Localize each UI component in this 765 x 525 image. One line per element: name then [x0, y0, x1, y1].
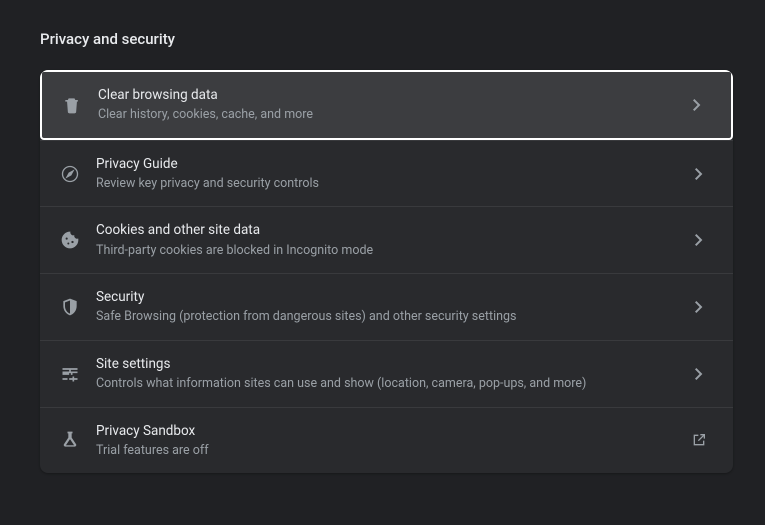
tune-icon [60, 364, 96, 384]
row-body: Cookies and other site data Third-party … [96, 221, 685, 259]
row-privacy-sandbox[interactable]: Privacy Sandbox Trial features are off [40, 407, 733, 474]
chevron-right-icon [685, 368, 713, 380]
row-subtitle: Clear history, cookies, cache, and more [98, 106, 683, 124]
shield-icon [60, 297, 96, 317]
row-subtitle: Safe Browsing (protection from dangerous… [96, 308, 685, 326]
row-security[interactable]: Security Safe Browsing (protection from … [40, 273, 733, 340]
row-title: Cookies and other site data [96, 221, 685, 239]
trash-icon [62, 95, 98, 115]
row-title: Privacy Guide [96, 155, 685, 173]
privacy-security-page: Privacy and security Clear browsing data… [0, 0, 765, 497]
open-in-new-icon [685, 432, 713, 448]
flask-icon [60, 430, 96, 450]
chevron-right-icon [685, 168, 713, 180]
row-privacy-guide[interactable]: Privacy Guide Review key privacy and sec… [40, 140, 733, 207]
row-title: Site settings [96, 355, 685, 373]
row-body: Site settings Controls what information … [96, 355, 685, 393]
row-subtitle: Third-party cookies are blocked in Incog… [96, 242, 685, 260]
compass-icon [60, 164, 96, 184]
row-title: Security [96, 288, 685, 306]
row-title: Clear browsing data [98, 86, 683, 104]
row-body: Privacy Guide Review key privacy and sec… [96, 155, 685, 193]
row-clear-browsing-data[interactable]: Clear browsing data Clear history, cooki… [40, 70, 733, 140]
cookie-icon [60, 230, 96, 250]
row-site-settings[interactable]: Site settings Controls what information … [40, 340, 733, 407]
row-subtitle: Review key privacy and security controls [96, 175, 685, 193]
row-body: Security Safe Browsing (protection from … [96, 288, 685, 326]
chevron-right-icon [685, 234, 713, 246]
row-subtitle: Controls what information sites can use … [96, 375, 685, 393]
settings-card: Clear browsing data Clear history, cooki… [40, 70, 733, 473]
row-title: Privacy Sandbox [96, 422, 685, 440]
row-cookies[interactable]: Cookies and other site data Third-party … [40, 206, 733, 273]
chevron-right-icon [683, 99, 711, 111]
row-subtitle: Trial features are off [96, 442, 685, 460]
chevron-right-icon [685, 301, 713, 313]
row-body: Privacy Sandbox Trial features are off [96, 422, 685, 460]
section-title: Privacy and security [40, 30, 733, 48]
row-body: Clear browsing data Clear history, cooki… [98, 86, 683, 124]
